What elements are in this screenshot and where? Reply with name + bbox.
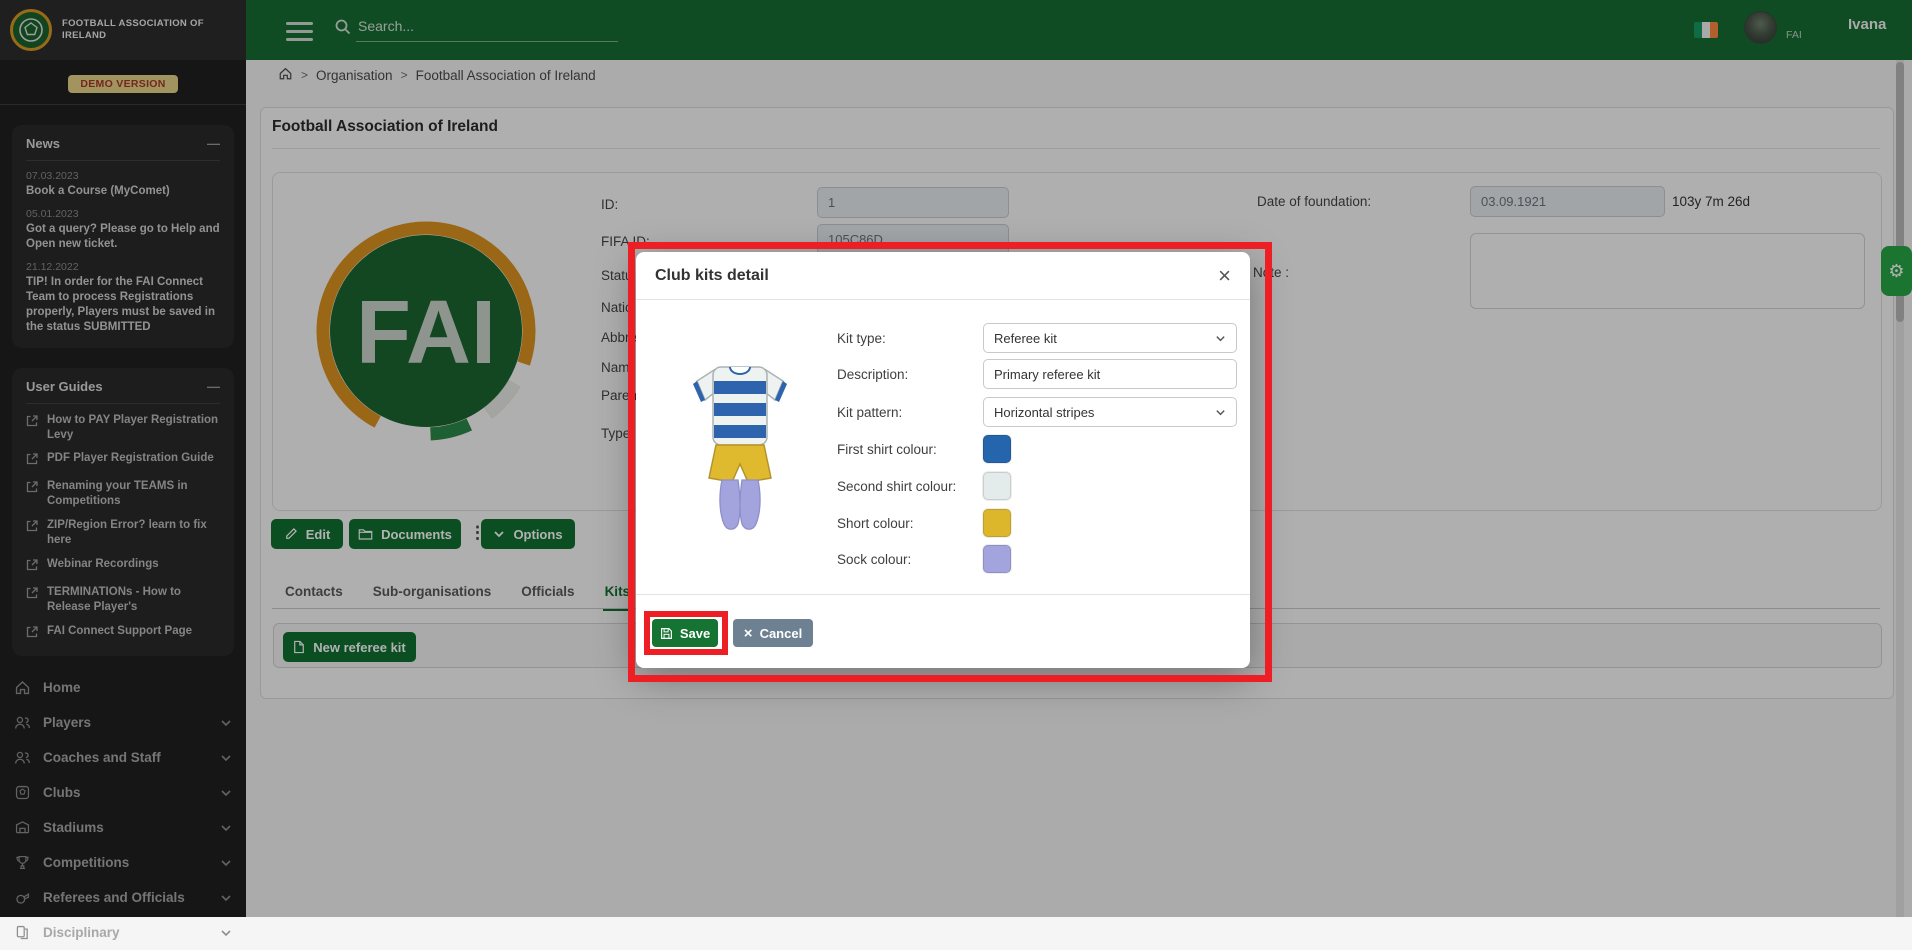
chevron-down-icon [1215, 333, 1226, 344]
close-icon[interactable]: × [1218, 265, 1231, 287]
sidebar-item-label: Disciplinary [43, 925, 120, 940]
kit-type-value: Referee kit [994, 331, 1057, 346]
x-icon: × [744, 626, 753, 641]
modal-footer-divider [636, 594, 1250, 595]
short-colour-label: Short colour: [837, 516, 914, 531]
save-button[interactable]: Save [652, 619, 718, 647]
cards-icon [14, 924, 31, 941]
second-shirt-colour-swatch[interactable] [983, 472, 1011, 500]
kit-pattern-select[interactable]: Horizontal stripes [983, 397, 1237, 427]
kit-type-label: Kit type: [837, 331, 886, 346]
first-shirt-colour-swatch[interactable] [983, 435, 1011, 463]
chevron-down-icon [220, 927, 232, 939]
sock-colour-label: Sock colour: [837, 552, 911, 567]
modal-header: Club kits detail × [636, 252, 1250, 300]
description-input[interactable] [983, 359, 1237, 389]
club-kits-detail-modal: Club kits detail × Kit type: Referee kit… [636, 252, 1250, 668]
sock-colour-swatch[interactable] [983, 545, 1011, 573]
cancel-button[interactable]: × Cancel [733, 619, 813, 647]
kit-preview-image [688, 356, 792, 536]
save-icon [660, 627, 673, 640]
chevron-down-icon [1215, 407, 1226, 418]
kit-pattern-label: Kit pattern: [837, 405, 902, 420]
modal-title: Club kits detail [655, 267, 769, 285]
first-shirt-colour-label: First shirt colour: [837, 442, 937, 457]
short-colour-swatch[interactable] [983, 509, 1011, 537]
kit-type-select[interactable]: Referee kit [983, 323, 1237, 353]
description-label: Description: [837, 367, 908, 382]
kit-pattern-value: Horizontal stripes [994, 405, 1094, 420]
sidebar-item-disciplinary[interactable]: Disciplinary [0, 915, 246, 950]
second-shirt-colour-label: Second shirt colour: [837, 479, 956, 494]
